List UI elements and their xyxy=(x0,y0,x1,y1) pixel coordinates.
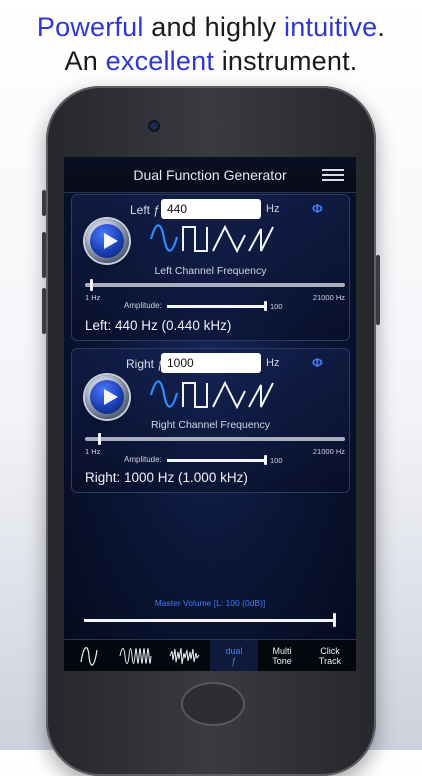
left-channel-panel: Left ƒ Hz Φ Left Channel Frequency 1 Hz … xyxy=(71,194,350,341)
left-frequency-unit: Hz xyxy=(266,203,280,215)
left-range-max: 21000 Hz xyxy=(312,293,345,302)
left-frequency-input[interactable] xyxy=(161,199,261,219)
home-button[interactable] xyxy=(181,682,245,726)
right-frequency-slider-thumb[interactable] xyxy=(98,433,101,445)
tab-dual-label: dual xyxy=(225,646,243,656)
phone-volume-down-button xyxy=(42,288,46,334)
right-range-min: 1 Hz xyxy=(85,447,101,456)
headline-word: intuitive xyxy=(284,12,378,42)
right-frequency-unit: Hz xyxy=(266,357,280,369)
right-waveform-selector xyxy=(149,380,274,409)
left-play-button[interactable] xyxy=(85,219,129,263)
tab-multi-sublabel: Tone xyxy=(272,656,292,666)
headline-word: excellent xyxy=(105,46,215,76)
master-volume-label: Master Volume [L: 100 (0dB)] xyxy=(154,598,266,608)
right-frequency-slider[interactable] xyxy=(85,433,345,445)
sine-wave-icon xyxy=(80,647,98,666)
right-amplitude-slider-thumb[interactable] xyxy=(264,455,267,465)
triangle-wave-icon[interactable] xyxy=(212,224,246,253)
title-bar: Dual Function Generator xyxy=(64,157,356,193)
tab-click-label: Click xyxy=(320,646,340,656)
left-frequency-slider-thumb[interactable] xyxy=(90,279,93,291)
left-waveform-selector xyxy=(149,224,274,253)
tab-click-sublabel: Track xyxy=(318,656,342,666)
left-amplitude-label: Amplitude: xyxy=(124,301,162,310)
right-channel-panel: Right ƒ Hz Φ Right Channel Frequency 1 H… xyxy=(71,348,350,493)
sweep-wave-icon xyxy=(119,648,152,664)
right-amplitude-label: Amplitude: xyxy=(124,455,162,464)
master-volume-slider-thumb[interactable] xyxy=(333,613,336,627)
left-frequency-slider[interactable] xyxy=(85,279,345,291)
left-amplitude-value: 100 xyxy=(270,302,283,311)
sine-wave-icon[interactable] xyxy=(149,224,179,252)
left-amplitude-slider-thumb[interactable] xyxy=(264,301,267,311)
tab-multi-label: Multi xyxy=(272,646,292,656)
right-range-max: 21000 Hz xyxy=(312,447,345,456)
square-wave-icon[interactable] xyxy=(182,226,208,252)
left-amplitude-slider[interactable] xyxy=(167,301,267,311)
square-wave-icon[interactable] xyxy=(182,382,208,408)
headline-line-2: An excellent instrument. xyxy=(0,44,422,78)
left-phase-button[interactable]: Φ xyxy=(312,201,323,216)
right-channel-caption: Right Channel Frequency xyxy=(150,419,271,431)
left-range-min: 1 Hz xyxy=(85,293,101,302)
tab-dual-sublabel: ƒ xyxy=(231,656,237,666)
left-channel-caption: Left Channel Frequency xyxy=(154,265,267,277)
left-channel-label: Left ƒ xyxy=(130,203,161,217)
headline-word: and highly xyxy=(143,12,285,42)
right-amplitude-slider[interactable] xyxy=(167,455,267,465)
tab-dual[interactable]: dual ƒ xyxy=(210,640,258,671)
sawtooth-wave-icon[interactable] xyxy=(248,226,274,252)
headline-word: . xyxy=(377,12,386,42)
app-title: Dual Function Generator xyxy=(133,167,287,183)
right-amplitude-value: 100 xyxy=(270,456,283,465)
phone-side-button xyxy=(42,190,46,216)
headline-word: Powerful xyxy=(36,12,144,42)
right-frequency-readout: Right: 1000 Hz (1.000 kHz) xyxy=(85,470,248,485)
play-icon xyxy=(90,224,124,258)
noise-wave-icon xyxy=(169,647,200,665)
app-screen: Dual Function Generator Left ƒ Hz Φ Left… xyxy=(64,157,356,671)
phone-power-button xyxy=(376,255,380,325)
front-camera-icon xyxy=(150,122,158,130)
hamburger-menu-icon[interactable] xyxy=(322,169,344,181)
tab-click-track[interactable]: Click Track xyxy=(306,640,354,671)
sawtooth-wave-icon[interactable] xyxy=(248,382,274,408)
tab-sweep[interactable] xyxy=(112,640,160,671)
phone-volume-up-button xyxy=(42,232,46,278)
headline-line-1: Powerful and highly intuitive. xyxy=(0,10,422,44)
left-frequency-readout: Left: 440 Hz (0.440 kHz) xyxy=(85,318,232,333)
right-phase-button[interactable]: Φ xyxy=(312,355,323,370)
triangle-wave-icon[interactable] xyxy=(212,380,246,409)
play-icon xyxy=(90,380,124,414)
right-frequency-input[interactable] xyxy=(161,353,261,373)
headline-word: An xyxy=(64,46,106,76)
sine-wave-icon[interactable] xyxy=(149,380,179,408)
right-play-button[interactable] xyxy=(85,375,129,419)
tab-multi-tone[interactable]: Multi Tone xyxy=(258,640,306,671)
right-channel-label: Right ƒ xyxy=(126,357,165,371)
tab-tone[interactable] xyxy=(64,640,112,671)
headline-word: instrument. xyxy=(214,46,358,76)
tab-noise[interactable] xyxy=(160,640,208,671)
bottom-tab-bar: dual ƒ Multi Tone Click Track xyxy=(64,639,356,671)
master-volume-slider[interactable] xyxy=(84,613,336,627)
